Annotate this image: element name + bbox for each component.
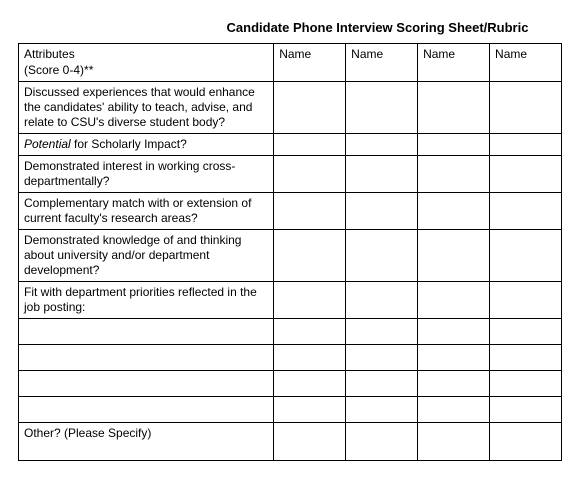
- score-cell: [418, 282, 490, 319]
- table-row: [19, 345, 562, 371]
- table-row: Discussed experiences that would enhance…: [19, 82, 562, 134]
- score-cell: [490, 397, 562, 423]
- score-cell: [490, 82, 562, 134]
- table-row: [19, 319, 562, 345]
- attribute-cell: Demonstrated interest in working cross-d…: [19, 156, 274, 193]
- header-attributes-l1: Attributes: [24, 47, 75, 61]
- header-attributes-l2: (Score 0-4)**: [24, 63, 93, 77]
- page-title: Candidate Phone Interview Scoring Sheet/…: [193, 20, 562, 35]
- attribute-cell: Discussed experiences that would enhance…: [19, 82, 274, 134]
- score-cell: [346, 423, 418, 461]
- score-cell: [418, 397, 490, 423]
- score-cell: [418, 193, 490, 230]
- score-cell: [418, 345, 490, 371]
- attribute-cell: Fit with department priorities reflected…: [19, 282, 274, 319]
- header-name-3: Name: [418, 44, 490, 82]
- score-cell: [346, 371, 418, 397]
- table-header-row: Attributes (Score 0-4)** Name Name Name …: [19, 44, 562, 82]
- score-cell: [418, 230, 490, 282]
- attribute-cell: [19, 345, 274, 371]
- table-row: Complementary match with or extension of…: [19, 193, 562, 230]
- score-cell: [274, 319, 346, 345]
- score-cell: [274, 82, 346, 134]
- header-name-1: Name: [274, 44, 346, 82]
- score-cell: [274, 371, 346, 397]
- score-cell: [346, 230, 418, 282]
- table-row: Potential for Scholarly Impact?: [19, 134, 562, 156]
- score-cell: [274, 193, 346, 230]
- score-cell: [346, 282, 418, 319]
- score-cell: [490, 282, 562, 319]
- score-cell: [490, 134, 562, 156]
- score-cell: [490, 156, 562, 193]
- score-cell: [418, 134, 490, 156]
- score-cell: [346, 134, 418, 156]
- score-cell: [490, 345, 562, 371]
- attribute-cell: Complementary match with or extension of…: [19, 193, 274, 230]
- score-cell: [274, 345, 346, 371]
- attribute-cell: [19, 397, 274, 423]
- score-cell: [418, 82, 490, 134]
- score-cell: [274, 230, 346, 282]
- score-cell: [418, 156, 490, 193]
- table-row: Fit with department priorities reflected…: [19, 282, 562, 319]
- attribute-cell: Potential for Scholarly Impact?: [19, 134, 274, 156]
- score-cell: [490, 423, 562, 461]
- attribute-cell: [19, 371, 274, 397]
- score-cell: [274, 156, 346, 193]
- attribute-cell: [19, 319, 274, 345]
- score-cell: [346, 156, 418, 193]
- score-cell: [418, 371, 490, 397]
- score-cell: [418, 319, 490, 345]
- header-name-2: Name: [346, 44, 418, 82]
- score-cell: [346, 345, 418, 371]
- score-cell: [490, 193, 562, 230]
- score-cell: [346, 319, 418, 345]
- table-row: Demonstrated knowledge of and thinking a…: [19, 230, 562, 282]
- score-cell: [274, 423, 346, 461]
- attribute-text: for Scholarly Impact?: [71, 137, 187, 151]
- header-name-4: Name: [490, 44, 562, 82]
- score-cell: [418, 423, 490, 461]
- score-cell: [490, 230, 562, 282]
- score-cell: [274, 134, 346, 156]
- scoring-table: Attributes (Score 0-4)** Name Name Name …: [18, 43, 562, 461]
- score-cell: [274, 282, 346, 319]
- table-row: [19, 397, 562, 423]
- table-row: Other? (Please Specify): [19, 423, 562, 461]
- table-row: [19, 371, 562, 397]
- table-row: Demonstrated interest in working cross-d…: [19, 156, 562, 193]
- score-cell: [346, 193, 418, 230]
- score-cell: [490, 371, 562, 397]
- header-attributes: Attributes (Score 0-4)**: [19, 44, 274, 82]
- attribute-cell: Demonstrated knowledge of and thinking a…: [19, 230, 274, 282]
- score-cell: [346, 397, 418, 423]
- attribute-cell: Other? (Please Specify): [19, 423, 274, 461]
- score-cell: [346, 82, 418, 134]
- score-cell: [274, 397, 346, 423]
- score-cell: [490, 319, 562, 345]
- italic-text: Potential: [24, 137, 71, 151]
